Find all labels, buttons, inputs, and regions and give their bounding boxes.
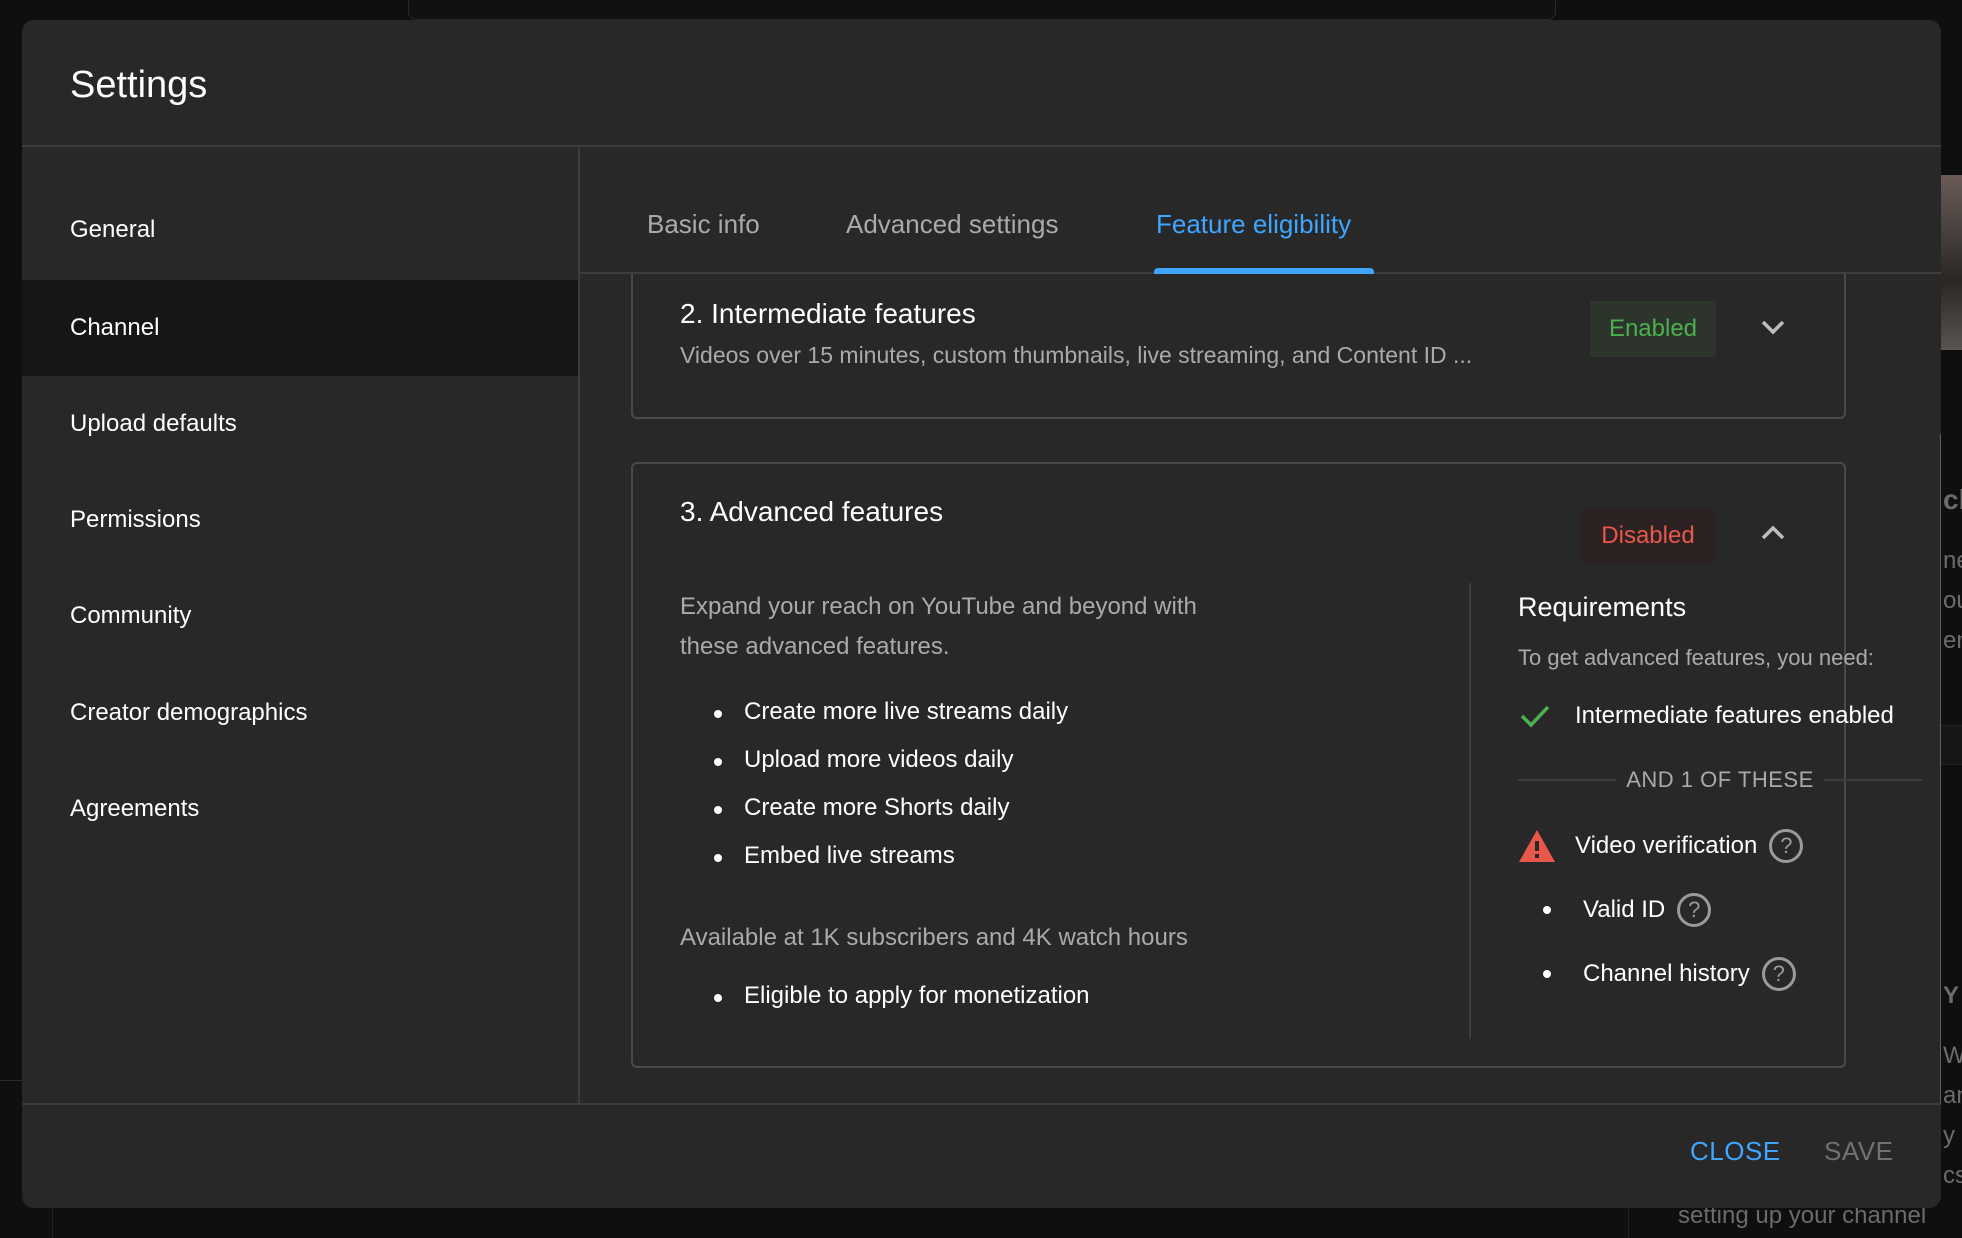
settings-content: Basic info Advanced settings Feature eli… <box>580 147 1941 1103</box>
bullet-icon <box>1543 906 1551 914</box>
background-text: ne <box>1943 547 1962 575</box>
help-icon[interactable]: ? <box>1762 957 1796 991</box>
help-icon[interactable]: ? <box>1769 829 1803 863</box>
background-text: cs <box>1943 1162 1962 1190</box>
availability-note: Available at 1K subscribers and 4K watch… <box>680 918 1380 958</box>
dialog-title: Settings <box>70 64 207 107</box>
bullet-icon <box>714 806 722 814</box>
chevron-down-icon[interactable] <box>1753 307 1793 347</box>
column-divider <box>1469 583 1471 1039</box>
sidebar-item-label: Permissions <box>70 506 201 534</box>
background-divider <box>52 1208 53 1238</box>
tab-basic-info[interactable]: Basic info <box>647 209 760 240</box>
sidebar-item-label: Channel <box>70 314 159 342</box>
bullet-icon <box>714 758 722 766</box>
requirements-title: Requirements <box>1518 592 1686 623</box>
background-text: Y <box>1943 982 1959 1010</box>
sidebar-item-channel[interactable]: Channel <box>22 280 578 376</box>
check-icon <box>1518 703 1563 729</box>
vertical-scrollbar[interactable] <box>1940 429 1941 1103</box>
tab-bar: Basic info Advanced settings Feature eli… <box>580 147 1941 274</box>
bullet-icon <box>714 710 722 718</box>
requirement-option: Video verification ? <box>1518 826 1803 866</box>
background-text: ou <box>1943 587 1962 615</box>
sidebar-item-upload-defaults[interactable]: Upload defaults <box>22 376 578 472</box>
feature-eligibility-panel: 2. Intermediate features Videos over 15 … <box>580 274 1941 1103</box>
background-divider <box>1628 1208 1629 1238</box>
sidebar-item-creator-demographics[interactable]: Creator demographics <box>22 665 578 761</box>
advanced-features-card: 3. Advanced features Disabled Expand you… <box>631 462 1846 1068</box>
background-text: ck <box>1943 484 1962 516</box>
sidebar-item-label: Agreements <box>70 795 199 823</box>
card-title: 3. Advanced features <box>680 496 943 528</box>
background-text: y <box>1943 1122 1955 1150</box>
save-button[interactable]: SAVE <box>1824 1136 1893 1167</box>
requirements-subtitle: To get advanced features, you need: <box>1518 645 1874 671</box>
intermediate-features-card[interactable]: 2. Intermediate features Videos over 15 … <box>631 274 1846 419</box>
chevron-up-icon[interactable] <box>1753 513 1793 553</box>
requirement-met: Intermediate features enabled <box>1518 696 1894 736</box>
divider <box>1518 779 1616 781</box>
sidebar-item-general[interactable]: General <box>22 182 578 278</box>
settings-dialog: Settings General Channel Upload defaults… <box>22 20 1941 1208</box>
background-text: We <box>1943 1042 1962 1070</box>
settings-sidebar: General Channel Upload defaults Permissi… <box>22 147 580 1103</box>
sidebar-item-community[interactable]: Community <box>22 568 578 664</box>
sidebar-item-label: Upload defaults <box>70 410 237 438</box>
background-thumbnail <box>1941 175 1962 350</box>
card-subtitle: Videos over 15 minutes, custom thumbnail… <box>680 342 1472 369</box>
sidebar-item-agreements[interactable]: Agreements <box>22 761 578 857</box>
bullet-icon <box>714 994 722 1002</box>
bullet-icon <box>1543 970 1551 978</box>
status-badge-disabled: Disabled <box>1581 508 1715 564</box>
divider <box>1824 779 1922 781</box>
sidebar-item-label: Creator demographics <box>70 699 307 727</box>
requirement-option: Valid ID ? <box>1518 890 1711 930</box>
dialog-header: Settings <box>22 20 1941 147</box>
advanced-description: Expand your reach on YouTube and beyond … <box>680 587 1260 667</box>
background-divider <box>0 1080 22 1081</box>
sidebar-item-label: Community <box>70 602 191 630</box>
dialog-footer: CLOSE SAVE <box>22 1103 1941 1208</box>
close-button[interactable]: CLOSE <box>1690 1136 1781 1167</box>
requirements-separator: AND 1 OF THESE <box>1518 765 1922 795</box>
bullet-icon <box>714 854 722 862</box>
help-icon[interactable]: ? <box>1677 893 1711 927</box>
background-bar <box>1941 725 1962 765</box>
sidebar-item-label: General <box>70 216 155 244</box>
background-text: en <box>1943 627 1962 655</box>
requirement-option: Channel history ? <box>1518 954 1796 994</box>
tab-advanced-settings[interactable]: Advanced settings <box>846 209 1058 240</box>
background-card <box>408 0 1556 20</box>
warning-icon <box>1518 829 1563 863</box>
sidebar-item-permissions[interactable]: Permissions <box>22 472 578 568</box>
card-title: 2. Intermediate features <box>680 298 976 330</box>
background-text: an <box>1943 1082 1962 1110</box>
tab-feature-eligibility[interactable]: Feature eligibility <box>1156 209 1351 240</box>
status-badge-enabled: Enabled <box>1590 301 1716 357</box>
